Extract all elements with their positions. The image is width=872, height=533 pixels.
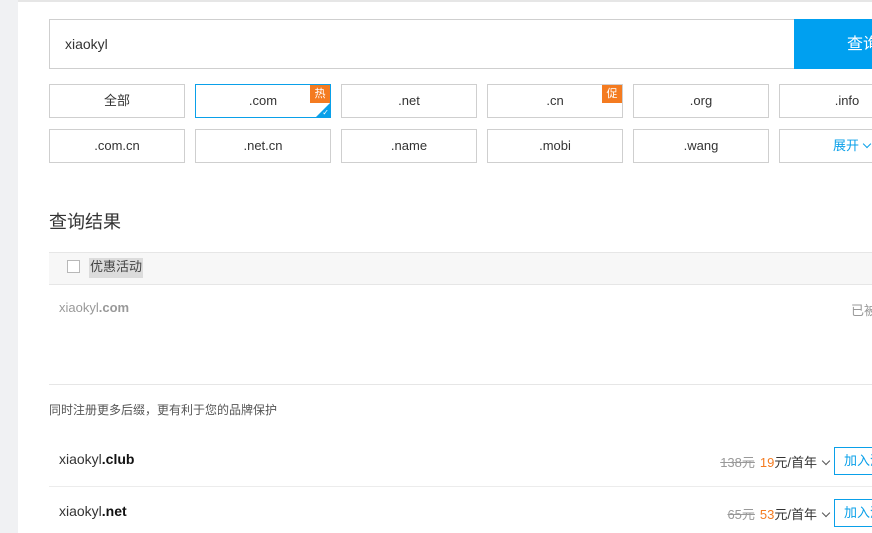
suffix-label: 全部 bbox=[103, 93, 130, 108]
promo-label[interactable]: 优惠活动 bbox=[89, 258, 144, 278]
domain-search-page: 查询 全部 .com 热 ✓ .net .cn 促 .org .info .co… bbox=[18, 0, 872, 533]
suffix-label: .mobi bbox=[539, 138, 571, 153]
expand-label: 展开 bbox=[833, 138, 860, 153]
results-title: 查询结果 bbox=[49, 212, 121, 233]
hot-badge: 热 bbox=[310, 85, 330, 103]
suggestions-title: 同时注册更多后缀，更有利于您的品牌保护 bbox=[49, 403, 278, 417]
suggestion-row: xiaokyl.club 138元 19元/首年 加入清单 bbox=[49, 436, 872, 486]
suggestion-domain: xiaokyl.club bbox=[59, 451, 134, 467]
suffix-option-wang[interactable]: .wang bbox=[633, 129, 769, 163]
price-selector[interactable]: 138元 19元/首年 bbox=[720, 452, 831, 471]
suffix-option-all[interactable]: 全部 bbox=[49, 84, 185, 118]
price-selector[interactable]: 65元 53元/首年 bbox=[727, 504, 831, 523]
suffix-label: .cn bbox=[546, 93, 564, 108]
suffix-label: .info bbox=[834, 93, 860, 108]
suffix-label: .net.cn bbox=[243, 138, 283, 153]
top-divider bbox=[18, 0, 872, 2]
chevron-down-icon bbox=[821, 456, 831, 466]
domain-status: 已被注册 bbox=[851, 304, 872, 319]
price-unit: 元/首年 bbox=[774, 507, 817, 522]
suggestion-domain: xiaokyl.net bbox=[59, 503, 127, 519]
suffix-option-net-cn[interactable]: .net.cn bbox=[195, 129, 331, 163]
promo-filter-bar: 优惠活动 bbox=[49, 252, 872, 285]
sale-price: 19 bbox=[759, 455, 775, 470]
search-box bbox=[49, 19, 794, 69]
expand-suffixes-button[interactable]: 展开 bbox=[779, 129, 872, 163]
search-button[interactable]: 查询 bbox=[794, 19, 872, 69]
promo-checkbox[interactable] bbox=[67, 260, 80, 273]
domain-prefix: xiaokyl bbox=[59, 503, 102, 519]
queried-domain: xiaokyl.com bbox=[59, 300, 129, 315]
suffix-label: .wang bbox=[683, 138, 719, 153]
chevron-down-icon bbox=[862, 139, 872, 149]
domain-prefix: xiaokyl bbox=[59, 451, 102, 467]
suffix-label: .com bbox=[248, 93, 278, 108]
add-to-list-button[interactable]: 加入清单 bbox=[834, 499, 872, 527]
suffix-option-com[interactable]: .com 热 ✓ bbox=[195, 84, 331, 118]
section-divider bbox=[49, 384, 872, 385]
suffix-option-name[interactable]: .name bbox=[341, 129, 477, 163]
price-unit: 元/首年 bbox=[774, 455, 817, 470]
suffix-option-cn[interactable]: .cn 促 bbox=[487, 84, 623, 118]
domain-suffix: .club bbox=[101, 451, 135, 467]
domain-suffix: .net bbox=[101, 503, 127, 519]
suggestion-row: xiaokyl.net 65元 53元/首年 加入清单 bbox=[49, 488, 872, 533]
suffix-label: .org bbox=[689, 93, 713, 108]
row-divider bbox=[49, 486, 872, 487]
suffix-option-mobi[interactable]: .mobi bbox=[487, 129, 623, 163]
sale-price: 53 bbox=[759, 507, 775, 522]
promo-badge: 促 bbox=[602, 85, 622, 103]
domain-search-input[interactable] bbox=[50, 20, 794, 68]
checkmark-icon: ✓ bbox=[322, 108, 329, 117]
domain-suffix: .com bbox=[98, 300, 130, 315]
suffix-label: .com.cn bbox=[94, 138, 140, 153]
suffix-label: .name bbox=[390, 138, 428, 153]
suffix-option-net[interactable]: .net bbox=[341, 84, 477, 118]
chevron-down-icon bbox=[821, 508, 831, 518]
suffix-label: .net bbox=[398, 93, 420, 108]
suffix-option-org[interactable]: .org bbox=[633, 84, 769, 118]
original-price: 65元 bbox=[727, 507, 755, 522]
original-price: 138元 bbox=[720, 455, 755, 470]
suffix-option-info[interactable]: .info bbox=[779, 84, 872, 118]
add-to-list-button[interactable]: 加入清单 bbox=[834, 447, 872, 475]
suffix-option-com-cn[interactable]: .com.cn bbox=[49, 129, 185, 163]
domain-prefix: xiaokyl bbox=[59, 300, 99, 315]
